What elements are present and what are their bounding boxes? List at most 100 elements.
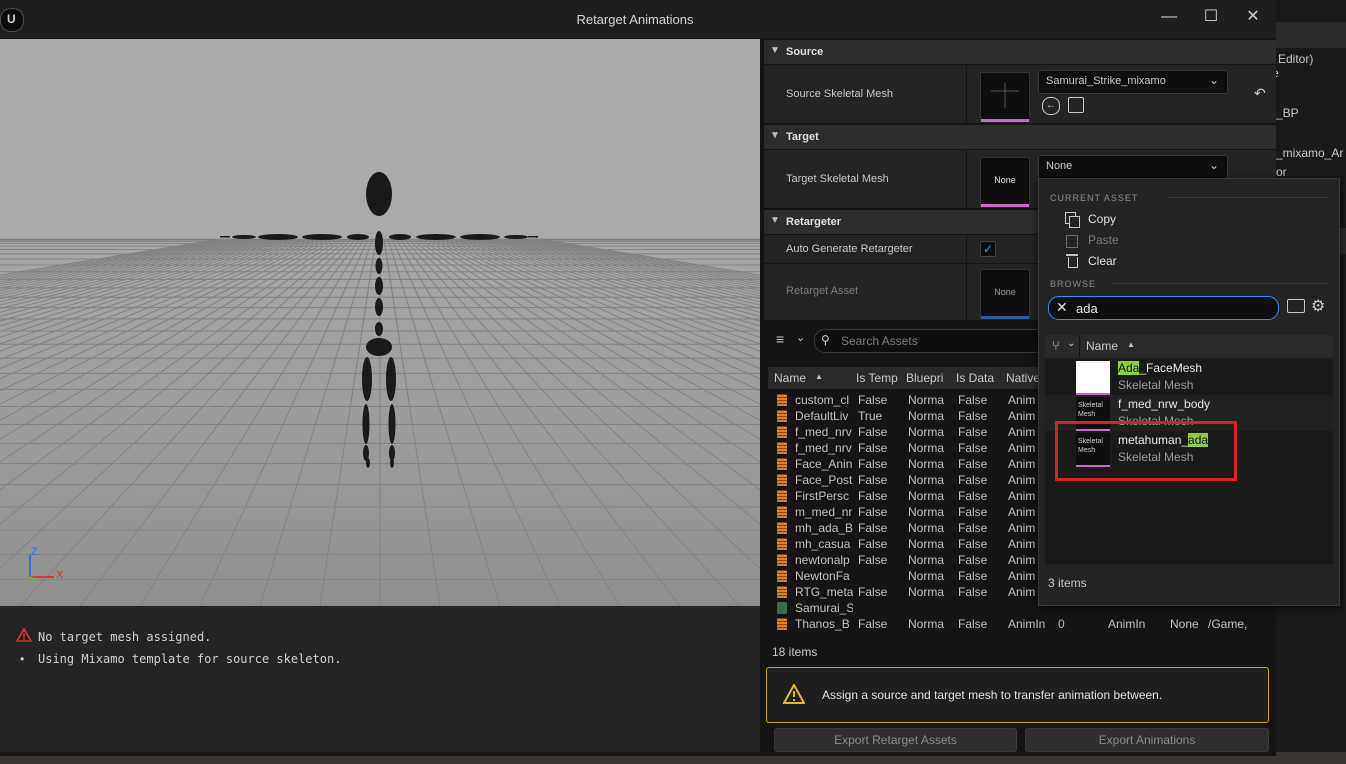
filter-button[interactable]: ≡ ⌄	[774, 330, 810, 350]
message-log: No target mesh assigned. • Using Mixamo …	[0, 606, 760, 752]
asset-cell-extra4: /Game,	[1208, 617, 1248, 631]
column-is-temp[interactable]: Is Temp	[856, 371, 902, 385]
log-error-message: No target mesh assigned.	[38, 630, 212, 644]
asset-cell-is-temp: False	[858, 473, 888, 487]
asset-cell-blueprint: Norma	[908, 505, 945, 519]
popup-asset-type: Skeletal Mesh	[1118, 378, 1194, 392]
auto-generate-checkbox[interactable]: ✓	[980, 241, 996, 257]
asset-cell-blueprint: Norma	[908, 457, 945, 471]
highlight-box	[1055, 421, 1237, 481]
column-name[interactable]: Name	[774, 371, 852, 385]
asset-cell-is-data: False	[958, 473, 988, 487]
popup-search-value: ada	[1076, 301, 1098, 316]
popup-name-column[interactable]: Name	[1086, 339, 1118, 353]
branch-filter-icon[interactable]: ⑂	[1052, 338, 1060, 353]
asset-cell-is-temp: False	[858, 585, 888, 599]
bg-text: or	[1276, 165, 1287, 179]
window-title: Retarget Animations	[576, 12, 694, 27]
asset-cell-name: NewtonFa	[795, 569, 850, 583]
asset-row[interactable]: Thanos_B False Norma False AnimIn 0 AnimIn None…	[768, 616, 1266, 632]
warning-text: Assign a source and target mesh to trans…	[822, 688, 1163, 702]
sort-ascending-icon: ▲	[815, 372, 823, 381]
asset-cell-is-data: False	[958, 537, 988, 551]
anim-blueprint-icon	[777, 442, 787, 454]
clear-search-icon[interactable]: ✕	[1056, 299, 1068, 316]
popup-asset-name: f_med_nrw_body	[1118, 397, 1210, 411]
reset-arrow-icon[interactable]: ↶	[1254, 85, 1266, 102]
asset-cell-name: f_med_nrv	[795, 425, 852, 439]
target-mesh-thumbnail[interactable]: None	[980, 157, 1030, 207]
collapse-arrow-icon: ▼	[770, 45, 780, 56]
asset-cell-is-temp: False	[858, 441, 888, 455]
anim-blueprint-icon	[777, 586, 787, 598]
paste-menu-item[interactable]: Paste	[1088, 233, 1119, 247]
asset-cell-blueprint: Norma	[908, 585, 945, 599]
copy-menu-item[interactable]: Copy	[1088, 212, 1116, 226]
asset-cell-blueprint: Norma	[908, 473, 945, 487]
thumbnail-none-text: None	[994, 175, 1016, 185]
export-animations-button[interactable]: Export Animations	[1025, 728, 1269, 752]
asset-cell-name: mh_ada_B	[795, 521, 853, 535]
source-mesh-combo[interactable]: Samurai_Strike_mixamo ⌄	[1038, 70, 1228, 94]
asset-cell-blueprint: Norma	[908, 393, 945, 407]
asset-cell-is-temp: False	[858, 617, 888, 631]
asset-cell-is-temp: False	[858, 521, 888, 535]
chevron-down-icon: ⌄	[1208, 158, 1219, 172]
preview-viewport[interactable]: Z X	[0, 39, 760, 606]
asset-cell-is-temp: False	[858, 457, 888, 471]
asset-cell-blueprint: Norma	[908, 617, 945, 631]
axis-z-label: Z	[31, 546, 38, 558]
target-mesh-combo[interactable]: None ⌄	[1038, 155, 1228, 179]
asset-cell-is-temp: False	[858, 393, 888, 407]
viewport-scene	[0, 39, 760, 606]
settings-gear-icon[interactable]: ⚙	[1311, 296, 1325, 316]
asset-name-suffix: _FaceMesh	[1139, 361, 1203, 375]
bg-text: Editor)	[1278, 52, 1314, 66]
collapse-arrow-icon: ▼	[770, 215, 780, 226]
chevron-down-icon: ⌄	[1208, 73, 1219, 87]
asset-cell-extra3: None	[1170, 617, 1199, 631]
asset-cell-name: Samurai_S	[795, 601, 853, 615]
asset-cell-name: FirstPersc	[795, 489, 849, 503]
skeletal-mesh-icon	[777, 602, 787, 614]
anim-blueprint-icon	[777, 538, 787, 550]
export-retarget-assets-button[interactable]: Export Retarget Assets	[774, 728, 1017, 752]
asset-cell-extra1: 0	[1058, 617, 1065, 631]
popup-asset-item[interactable]: Ada_FaceMesh Skeletal Mesh	[1045, 359, 1333, 395]
asset-cell-blueprint: Norma	[908, 489, 945, 503]
popup-asset-name: Ada_FaceMesh	[1118, 361, 1202, 375]
anim-blueprint-icon	[777, 394, 787, 406]
minimize-button[interactable]: —	[1154, 6, 1184, 28]
retarget-asset-thumbnail[interactable]: None	[980, 269, 1030, 319]
asset-cell-is-temp: True	[858, 409, 883, 423]
error-icon	[16, 628, 32, 642]
asset-cell-name: Face_Post	[795, 473, 853, 487]
retarget-asset-label: Retarget Asset	[786, 285, 859, 297]
source-mesh-thumbnail[interactable]	[980, 72, 1030, 122]
column-blueprint[interactable]: Bluepri	[906, 371, 952, 385]
section-target[interactable]: ▼ Target	[764, 125, 1276, 149]
asset-cell-is-data: False	[958, 393, 988, 407]
use-selected-arrow-icon[interactable]: ←	[1042, 97, 1060, 115]
column-is-data[interactable]: Is Data	[956, 371, 1002, 385]
source-mesh-label: Source Skeletal Mesh	[786, 88, 893, 100]
popup-search-input[interactable]: ✕ ada	[1048, 296, 1279, 320]
asset-cell-is-temp: False	[858, 489, 888, 503]
clear-menu-item[interactable]: Clear	[1088, 254, 1117, 268]
asset-cell-is-data: False	[958, 441, 988, 455]
title-bar[interactable]: U Retarget Animations — ☐ ✕	[0, 0, 1276, 38]
close-button[interactable]: ✕	[1238, 6, 1268, 28]
search-assets-input[interactable]: ⚲ Search Assets	[814, 329, 1046, 353]
section-source[interactable]: ▼ Source	[764, 40, 1276, 64]
maximize-button[interactable]: ☐	[1196, 6, 1226, 28]
browse-asset-icon[interactable]	[1068, 97, 1084, 113]
asset-cell-blueprint: Norma	[908, 553, 945, 567]
filter-icon: ≡	[776, 331, 785, 347]
warning-banner: Assign a source and target mesh to trans…	[766, 667, 1269, 723]
asset-cell-is-temp: False	[858, 553, 888, 567]
asset-cell-is-temp: False	[858, 425, 888, 439]
asset-cell-name: mh_casua	[795, 537, 851, 551]
bg-panel	[1276, 22, 1346, 48]
folder-icon[interactable]	[1287, 299, 1305, 313]
target-mesh-value: None	[1046, 160, 1073, 172]
